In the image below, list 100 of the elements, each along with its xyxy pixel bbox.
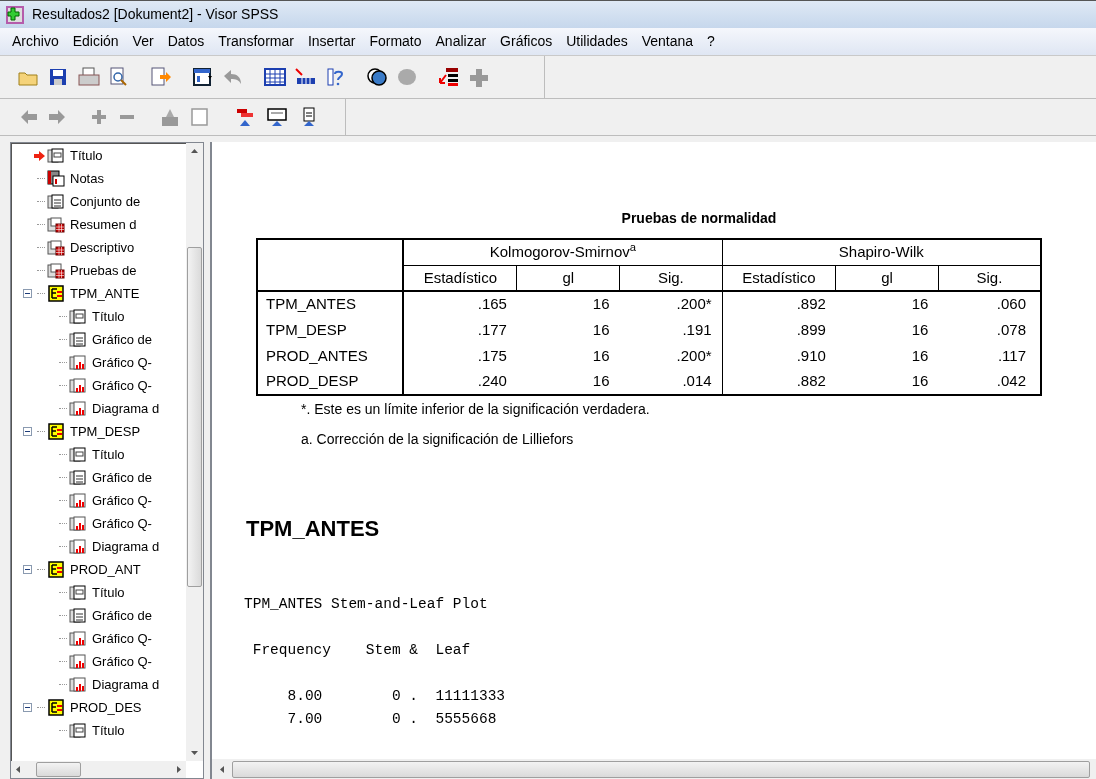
tree-item[interactable]: Gráfico Q-	[92, 352, 152, 373]
menu-item[interactable]: Analizar	[429, 31, 493, 52]
collapse-toggle[interactable]	[23, 565, 32, 574]
tree-item[interactable]: Gráfico Q-	[92, 628, 152, 649]
table-title: Pruebas de normalidad	[620, 209, 778, 228]
table-cell: .042	[938, 369, 1041, 395]
title-page-icon	[69, 584, 87, 601]
table-cell: .910	[722, 343, 836, 369]
vertical-scrollbar[interactable]	[186, 143, 203, 761]
column-group-header: Shapiro-Wilk	[722, 239, 1041, 265]
bar-chart-icon	[69, 538, 87, 555]
plot-header: Frequency Stem & Leaf	[251, 641, 472, 660]
tree-item[interactable]: PROD_DES	[70, 697, 142, 718]
title-page-icon	[69, 722, 87, 739]
output-folder-icon	[47, 423, 65, 440]
tree-item[interactable]: Gráfico de	[92, 329, 152, 350]
table-cell-text: 16	[910, 319, 930, 340]
tree-item[interactable]: Gráfico de	[92, 467, 152, 488]
scroll-thumb[interactable]	[187, 247, 202, 587]
bar-chart-icon	[69, 354, 87, 371]
tree-item[interactable]: Gráfico Q-	[92, 490, 152, 511]
footnote: a. Corrección de la significación de Lilliefors	[301, 430, 575, 449]
tree-item[interactable]: Gráfico Q-	[92, 375, 152, 396]
tree-item[interactable]: Conjunto de	[70, 191, 141, 212]
menu-item[interactable]: Ventana	[635, 31, 700, 52]
menu-item[interactable]: Gráficos	[494, 31, 559, 52]
tree-item[interactable]: TPM_ANTE	[70, 283, 140, 304]
plot-line: 8.00 0 . 11111333	[286, 687, 507, 706]
menu-item[interactable]: Insertar	[301, 31, 362, 52]
table-cell: .892	[722, 291, 836, 317]
tree-item[interactable]: Notas	[70, 168, 104, 189]
table-cell: 16	[516, 291, 620, 317]
table-cell: .117	[938, 343, 1041, 369]
table-cell-text: 16	[910, 345, 930, 366]
horizontal-scrollbar[interactable]	[11, 761, 186, 778]
title-page-icon	[69, 446, 87, 463]
column-header: gl	[516, 265, 620, 291]
tree-item[interactable]: Diagrama d	[92, 674, 160, 695]
title-page-icon	[69, 308, 87, 325]
tree-item[interactable]: Título	[92, 306, 125, 327]
title-page-icon	[47, 147, 65, 164]
column-header: Estadístico	[403, 265, 517, 291]
row-header: PROD_ANTES	[257, 343, 404, 369]
collapse-toggle[interactable]	[23, 289, 32, 298]
document-icon	[69, 607, 87, 624]
tree-item[interactable]: Diagrama d	[92, 398, 160, 419]
table-cell: .200*	[619, 291, 723, 317]
collapse-toggle[interactable]	[23, 427, 32, 436]
tree-item[interactable]: Título	[92, 720, 125, 741]
print-icon[interactable]	[78, 67, 100, 87]
table-cell: .882	[722, 369, 836, 395]
row-header: TPM_DESP	[257, 317, 404, 343]
footnote: *. Este es un límite inferior de la significación verdadera.	[301, 400, 651, 419]
tree-item[interactable]: PROD_ANT	[70, 559, 141, 580]
table-cell: 16	[516, 369, 620, 395]
tree-item[interactable]: Diagrama d	[92, 536, 160, 557]
menu-item[interactable]: Datos	[161, 31, 211, 52]
tree-item[interactable]: Descriptivo	[70, 237, 135, 258]
table-cell: .060	[938, 291, 1041, 317]
menu-item[interactable]: ?	[701, 31, 721, 52]
notes-icon	[47, 170, 65, 187]
bar-chart-icon	[69, 630, 87, 647]
tree-item[interactable]: Título	[70, 145, 103, 166]
scroll-thumb[interactable]	[36, 762, 81, 777]
table-cell: 16	[835, 369, 939, 395]
scroll-left-icon[interactable]	[218, 764, 227, 774]
column-header: Estadístico	[722, 265, 836, 291]
table-cell: .175	[403, 343, 517, 369]
table-cell: .191	[619, 317, 723, 343]
menu-item[interactable]: Edición	[66, 31, 125, 52]
tree-item[interactable]: TPM_DESP	[70, 421, 141, 442]
tree-item[interactable]: Pruebas de	[70, 260, 137, 281]
scroll-left-icon[interactable]	[14, 765, 23, 774]
tree-item[interactable]: Gráfico Q-	[92, 513, 152, 534]
table-cell-text: 16	[591, 345, 611, 366]
tree-item[interactable]: Gráfico de	[92, 605, 152, 626]
table-cell: .078	[938, 317, 1041, 343]
tree-item[interactable]: Título	[92, 444, 125, 465]
tree-item[interactable]: Gráfico Q-	[92, 651, 152, 672]
bar-chart-icon	[69, 653, 87, 670]
menu-item[interactable]: Utilidades	[560, 31, 634, 52]
menu-item[interactable]: Ver	[126, 31, 160, 52]
tree-item[interactable]: Resumen d	[70, 214, 137, 235]
plot-line: 7.00 0 . 5555668	[286, 710, 498, 729]
table-icon	[47, 216, 65, 233]
table-icon	[47, 239, 65, 256]
table-cell: .165	[403, 291, 517, 317]
data-grid-icon[interactable]	[264, 67, 286, 87]
document-icon	[47, 193, 65, 210]
column-group-header: Kolmogorov-Smirnov$^{a}$	[403, 239, 723, 265]
table-cell: .899	[722, 317, 836, 343]
table-icon	[47, 262, 65, 279]
collapse-toggle[interactable]	[23, 703, 32, 712]
menu-item[interactable]: Archivo	[6, 31, 65, 52]
scroll-right-icon[interactable]	[174, 765, 183, 774]
menu-item[interactable]: Transformar	[212, 31, 300, 52]
bar-chart-icon	[69, 515, 87, 532]
tree-item[interactable]: Título	[92, 582, 125, 603]
bar-chart-icon	[69, 676, 87, 693]
menu-item[interactable]: Formato	[363, 31, 428, 52]
